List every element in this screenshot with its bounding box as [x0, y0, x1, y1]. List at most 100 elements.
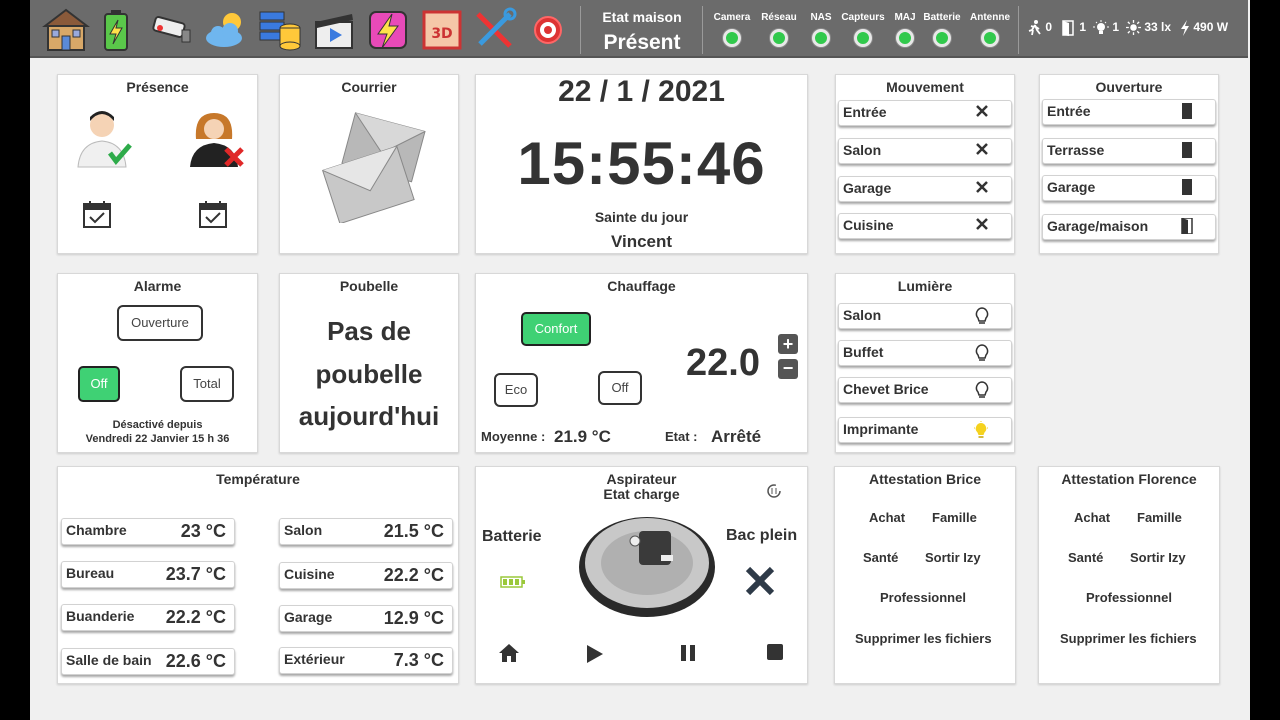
status-capteurs[interactable]: Capteurs — [840, 12, 886, 47]
attestation-professionnel-button[interactable]: Professionnel — [1086, 590, 1172, 605]
battery-level-icon — [500, 575, 526, 593]
man-present-avatar[interactable] — [74, 107, 134, 174]
attestation-professionnel-button[interactable]: Professionnel — [880, 590, 966, 605]
temp-row-exterieur[interactable]: Extérieur 7.3 °C — [279, 647, 453, 674]
current-time: 15:55:46 — [517, 130, 766, 197]
stop-icon[interactable] — [766, 643, 784, 666]
room-temp: 23.7 °C — [165, 564, 226, 584]
row-label: Salon — [843, 307, 882, 323]
light-row-salon[interactable]: Salon — [838, 303, 1012, 329]
card-title: Alarme — [133, 278, 182, 294]
delete-files-button[interactable]: Supprimer les fichiers — [855, 631, 992, 646]
delete-files-button[interactable]: Supprimer les fichiers — [1060, 631, 1197, 646]
printer-3d-icon[interactable]: 3D — [418, 6, 466, 54]
attestation-sortir-button[interactable]: Sortir Izy — [1130, 550, 1186, 565]
temp-row-salle-de-bain[interactable]: Salle de bain 22.6 °C — [61, 648, 235, 675]
light-count: 1 — [1112, 20, 1120, 35]
envelope-icon[interactable] — [318, 111, 426, 228]
lux-stat: 33 lx — [1126, 20, 1171, 36]
status-camera[interactable]: Camera — [709, 12, 755, 47]
battery-label: Batterie — [482, 528, 542, 545]
card-title: Courrier — [341, 79, 397, 95]
saint-label: Sainte du jour — [594, 209, 689, 225]
temp-row-buanderie[interactable]: Buanderie 22.2 °C — [61, 604, 235, 631]
refresh-icon[interactable] — [766, 483, 782, 504]
room-temp: 22.2 °C — [165, 607, 226, 627]
door-open-icon — [1181, 217, 1193, 237]
bulb-off-icon — [975, 307, 989, 328]
status-label: Batterie — [923, 12, 961, 23]
status-led — [812, 29, 830, 47]
ouverture-card: Ouverture Entrée Terrasse Garage Garage/… — [1039, 74, 1219, 254]
increase-button[interactable]: + — [778, 334, 798, 354]
battery-icon[interactable] — [92, 6, 140, 54]
opening-row-garage-maison[interactable]: Garage/maison — [1042, 214, 1216, 240]
energy-icon[interactable] — [364, 6, 412, 54]
room-temp: 22.6 °C — [165, 651, 226, 671]
attestation-sante-button[interactable]: Santé — [863, 550, 898, 565]
row-label: Garage — [843, 180, 892, 196]
motion-row-garage[interactable]: Garage — [838, 176, 1012, 202]
pause-icon[interactable] — [680, 644, 696, 667]
light-row-imprimante[interactable]: Imprimante — [838, 417, 1012, 443]
temp-row-bureau[interactable]: Bureau 23.7 °C — [61, 561, 235, 588]
status-antenne[interactable]: Antenne — [967, 12, 1013, 47]
play-icon[interactable] — [586, 644, 604, 669]
top-bar: 3D Etat maison Présent Camera Réseau NAS… — [30, 0, 1248, 58]
card-title: Ouverture — [1095, 79, 1163, 95]
attestation-famille-button[interactable]: Famille — [932, 510, 977, 525]
attestation-sante-button[interactable]: Santé — [1068, 550, 1103, 565]
temp-row-cuisine[interactable]: Cuisine 22.2 °C — [279, 562, 453, 589]
target-icon[interactable] — [524, 6, 572, 54]
status-nas[interactable]: NAS — [798, 12, 844, 47]
alarm-total-button[interactable]: Total — [180, 366, 234, 402]
motion-row-salon[interactable]: Salon — [838, 138, 1012, 164]
alarm-status-line1: Désactivé depuis — [112, 419, 203, 431]
alarm-off-button[interactable]: Off — [78, 366, 120, 402]
tools-icon[interactable] — [470, 6, 518, 54]
heating-confort-button[interactable]: Confort — [521, 312, 591, 346]
server-icon[interactable] — [256, 6, 304, 54]
decrease-button[interactable]: − — [778, 359, 798, 379]
camera-icon[interactable] — [148, 6, 196, 54]
opening-row-entree[interactable]: Entrée — [1042, 99, 1216, 125]
status-batterie[interactable]: Batterie — [919, 12, 965, 47]
house-icon[interactable] — [42, 6, 90, 54]
poubelle-line1: Pas de — [327, 316, 411, 346]
light-row-buffet[interactable]: Buffet — [838, 340, 1012, 366]
opening-row-garage[interactable]: Garage — [1042, 175, 1216, 201]
temp-row-chambre[interactable]: Chambre 23 °C — [61, 518, 235, 545]
light-row-chevet-brice[interactable]: Chevet Brice — [838, 377, 1012, 403]
status-reseau[interactable]: Réseau — [756, 12, 802, 47]
aspirateur-card: Aspirateur Etat charge Batterie Bac plei… — [475, 466, 808, 684]
temp-row-salon[interactable]: Salon 21.5 °C — [279, 518, 453, 545]
attestation-achat-button[interactable]: Achat — [869, 510, 905, 525]
motion-row-entree[interactable]: Entrée — [838, 100, 1012, 126]
attestation-florence-card: Attestation Florence Achat Famille Santé… — [1038, 466, 1220, 684]
clock-card: 22 / 1 / 2021 15:55:46 Sainte du jour Vi… — [475, 74, 808, 254]
calendar-check-icon[interactable] — [82, 199, 112, 234]
row-label: Cuisine — [843, 217, 894, 233]
alarm-ouverture-button[interactable]: Ouverture — [117, 305, 203, 341]
media-icon[interactable] — [310, 6, 358, 54]
motion-count: 0 — [1045, 20, 1053, 35]
opening-row-terrasse[interactable]: Terrasse — [1042, 138, 1216, 164]
attestation-famille-button[interactable]: Famille — [1137, 510, 1182, 525]
courrier-card: Courrier — [279, 74, 459, 254]
row-label: Chevet Brice — [843, 381, 929, 397]
heating-eco-button[interactable]: Eco — [494, 373, 538, 407]
home-icon[interactable] — [498, 643, 520, 668]
weather-icon[interactable] — [202, 6, 250, 54]
lightning-icon — [1181, 20, 1189, 36]
row-label: Imprimante — [843, 421, 919, 437]
room-name: Cuisine — [284, 566, 335, 582]
calendar-check-icon[interactable] — [198, 199, 228, 234]
attestation-sortir-button[interactable]: Sortir Izy — [925, 550, 981, 565]
attestation-achat-button[interactable]: Achat — [1074, 510, 1110, 525]
separator — [1018, 6, 1019, 54]
temp-row-garage[interactable]: Garage 12.9 °C — [279, 605, 453, 632]
heating-off-button[interactable]: Off — [598, 371, 642, 405]
card-title: Présence — [126, 79, 189, 95]
woman-absent-avatar[interactable] — [186, 109, 248, 174]
motion-row-cuisine[interactable]: Cuisine — [838, 213, 1012, 239]
